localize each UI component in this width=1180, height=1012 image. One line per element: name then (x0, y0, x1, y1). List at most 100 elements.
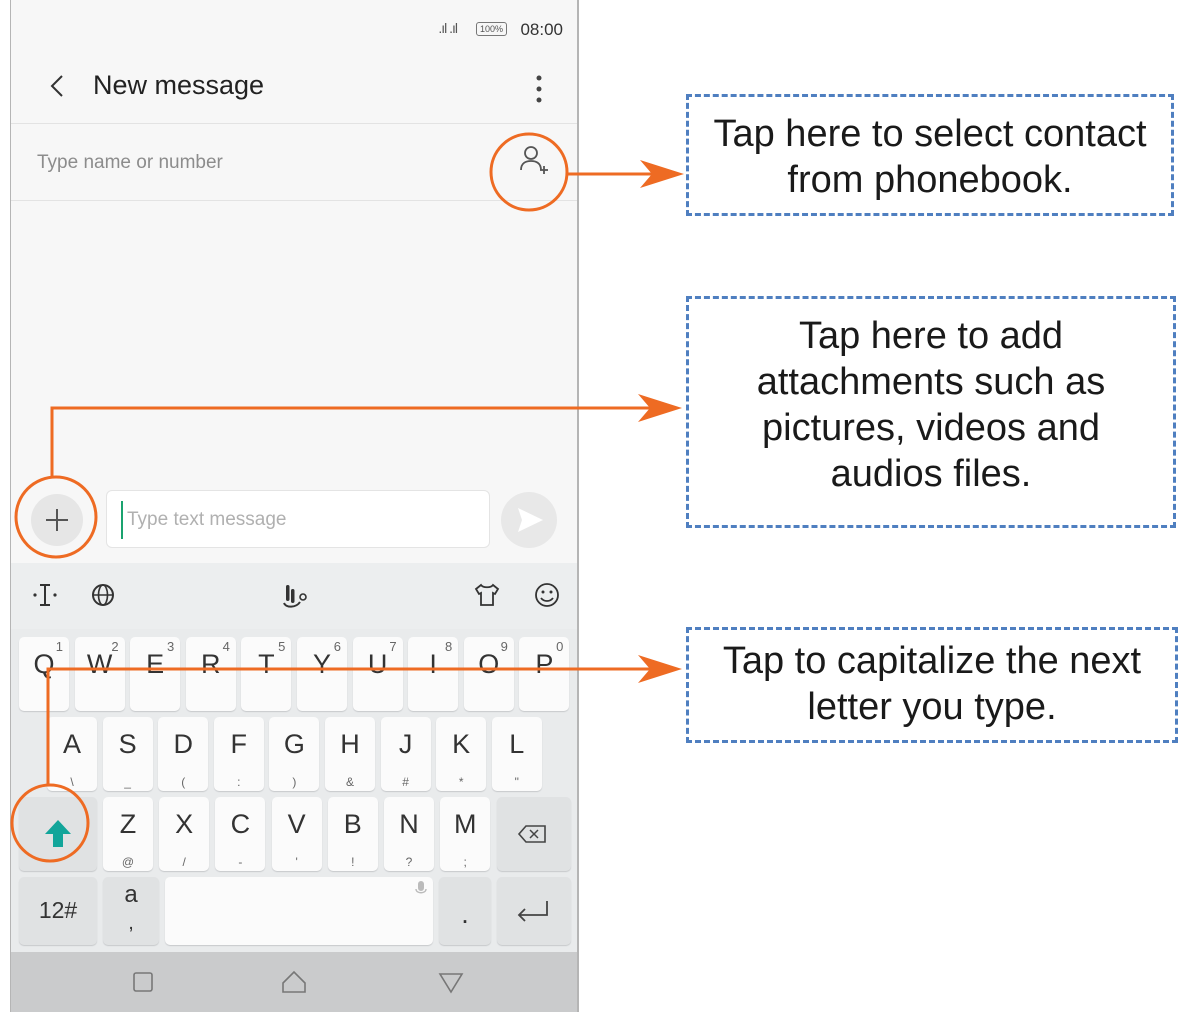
backspace-key[interactable] (497, 797, 571, 871)
callout-line: from phonebook. (787, 159, 1073, 201)
key-a[interactable]: A \ (47, 717, 97, 791)
key-symbol-hint: ! (351, 855, 355, 869)
key-t[interactable]: T5 (241, 637, 292, 711)
status-time: 08:00 (520, 20, 563, 39)
key-label: N (399, 809, 419, 839)
callout-line: attachments such as (756, 361, 1106, 403)
theme-shirt-icon[interactable] (467, 575, 507, 615)
key-symbol-hint: _ (124, 775, 131, 789)
key-symbol-hint: ) (292, 775, 297, 789)
message-box (106, 490, 490, 548)
key-x[interactable]: X / (159, 797, 210, 871)
key-symbol-hint: ? (405, 855, 413, 869)
recipient-input[interactable] (35, 142, 479, 184)
message-input[interactable] (121, 501, 479, 539)
key-c[interactable]: C- (215, 797, 266, 871)
recents-button[interactable] (123, 964, 163, 1000)
back-nav-button[interactable] (431, 964, 471, 1000)
add-contact-button[interactable] (513, 140, 553, 180)
key-k[interactable]: K * (436, 717, 487, 791)
cursor-icon[interactable] (25, 575, 65, 615)
language-key-sub: , (128, 912, 134, 934)
attach-button[interactable] (31, 494, 83, 546)
chevron-left-icon (50, 75, 63, 97)
backspace-icon (517, 825, 546, 843)
key-symbol-hint: * (458, 775, 464, 789)
key-o[interactable]: O9 (463, 637, 514, 711)
key-number-hint: 2 (111, 639, 119, 654)
key-label: C (230, 809, 251, 839)
key-label: K (452, 729, 471, 759)
key-h[interactable]: H & (325, 717, 375, 791)
send-button[interactable] (501, 492, 557, 548)
numbers-key-label: 12# (38, 897, 78, 923)
send-icon (518, 508, 543, 532)
key-q[interactable]: Q1 (19, 637, 69, 711)
key-m[interactable]: M; (440, 797, 491, 871)
key-symbol-hint: # (402, 775, 409, 789)
back-button[interactable] (43, 66, 71, 106)
key-number-hint: 8 (444, 639, 453, 654)
key-d[interactable]: D( (158, 717, 209, 791)
key-i[interactable]: I8 (408, 637, 459, 711)
key-v[interactable]: V ' (271, 797, 322, 871)
person-add-icon (520, 146, 548, 174)
home-icon (282, 970, 306, 993)
callout-line: letter you type. (807, 686, 1057, 728)
more-vertical-icon (536, 75, 542, 103)
period-key[interactable]: . (439, 877, 491, 945)
key-u[interactable]: U7 (352, 637, 403, 711)
status-bar: .ıl .ıl 100% 08:00 (11, 0, 577, 56)
key-z[interactable]: Z @ (103, 797, 153, 871)
globe-icon[interactable] (83, 575, 123, 615)
key-l[interactable]: L " (491, 717, 542, 791)
callout-line: audios files. (830, 453, 1032, 495)
key-p[interactable]: P0 (519, 637, 570, 711)
app-bar: New message (11, 56, 577, 122)
key-symbol-hint: @ (121, 855, 135, 869)
language-key-label: a (124, 881, 138, 908)
emoji-icon[interactable] (527, 575, 567, 615)
key-number-hint: 0 (556, 639, 564, 654)
key-label: D (173, 729, 193, 759)
callout-select-contact: Tap here to select contact from phoneboo… (686, 94, 1174, 216)
key-e[interactable]: E3 (130, 637, 181, 711)
key-n[interactable]: N? (384, 797, 434, 871)
key-symbol-hint: " (514, 775, 519, 789)
key-g[interactable]: G) (269, 717, 320, 791)
more-options-button[interactable] (527, 66, 551, 112)
numbers-key[interactable]: 12# (19, 877, 97, 945)
key-s[interactable]: S _ (102, 717, 153, 791)
shift-key[interactable] (19, 797, 97, 871)
key-r[interactable]: R4 (185, 637, 236, 711)
space-key[interactable] (165, 877, 433, 945)
compose-bar (11, 482, 577, 562)
key-y[interactable]: Y6 (297, 637, 347, 711)
key-b[interactable]: B! (327, 797, 378, 871)
triangle-back-icon (438, 973, 464, 994)
gesture-icon[interactable] (274, 575, 314, 615)
arrowhead-contact (640, 160, 684, 188)
language-key[interactable]: a , (103, 877, 159, 945)
key-number-hint: 5 (278, 639, 286, 654)
home-button[interactable] (274, 964, 314, 1000)
key-symbol-hint: \ (70, 775, 74, 789)
plus-icon (46, 509, 68, 531)
signal-icon: .ıl .ıl (438, 20, 458, 36)
key-j[interactable]: J # (380, 717, 431, 791)
arrowhead-attach (638, 394, 682, 422)
key-label: G (283, 729, 305, 759)
key-symbol-hint: ; (463, 855, 467, 869)
key-label: M (453, 809, 477, 839)
keyboard: Q1W2E3R4T5Y6U7I8O9P0 A \ S _ D(F: G) H & J # K * L " … (11, 629, 577, 952)
key-w[interactable]: W2 (74, 637, 125, 711)
key-number-hint: 3 (166, 639, 175, 654)
callout-line: Tap here to select contact (713, 113, 1147, 155)
key-symbol-hint: & (345, 775, 354, 789)
phone-screen: .ıl .ıl 100% 08:00 New message Type name… (10, 0, 579, 1012)
enter-key[interactable] (497, 877, 571, 945)
key-symbol-hint: ' (295, 855, 298, 869)
key-f[interactable]: F: (213, 717, 264, 791)
key-label: F (230, 729, 248, 759)
square-icon (133, 972, 153, 992)
